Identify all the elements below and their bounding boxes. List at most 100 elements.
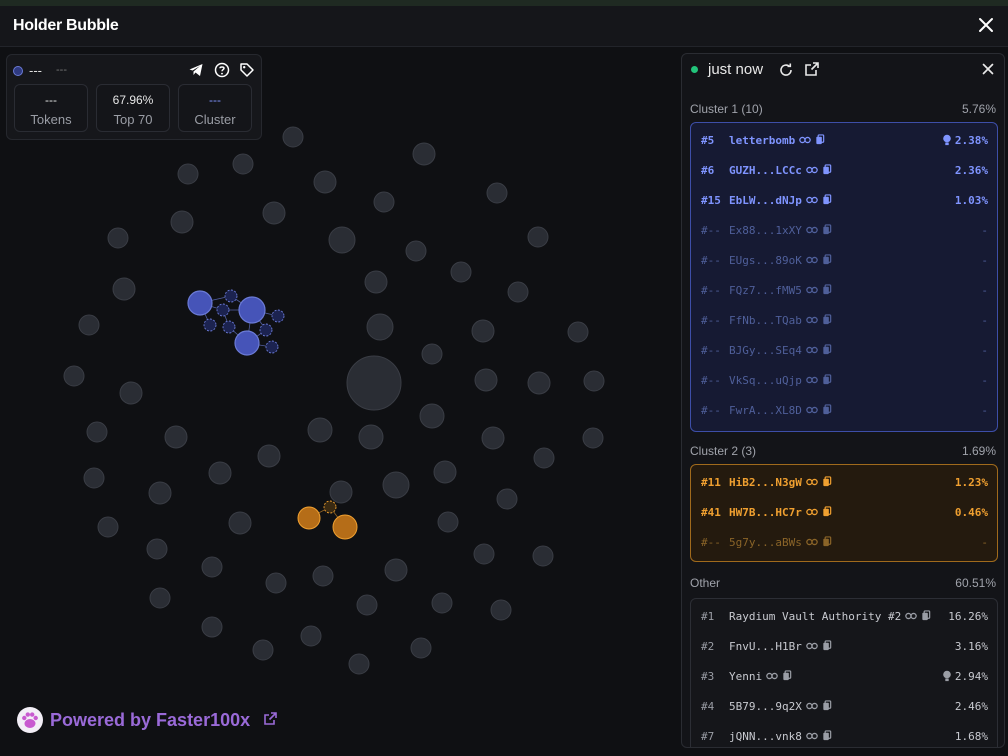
cluster-2-bubble[interactable] [297,506,321,530]
holder-row[interactable]: #-- EUgs...89oK - [691,245,997,275]
holder-row[interactable]: #3 Yenni 2.94% [691,661,997,691]
holder-name[interactable]: Raydium Vault Authority #2 [729,610,933,623]
copy-icon[interactable] [822,730,834,741]
copy-icon[interactable] [815,134,827,145]
holder-row[interactable]: #-- FwrA...XL8D - [691,395,997,425]
holder-bubble[interactable] [583,370,605,392]
holder-bubble[interactable] [419,403,445,429]
holder-row[interactable]: #1 Raydium Vault Authority #2 16.26% [691,601,997,631]
link-icon[interactable] [806,285,818,295]
holder-name[interactable]: FwrA...XL8D [729,404,834,417]
cluster-1-bubble[interactable] [259,323,273,337]
holder-bubble[interactable] [265,572,287,594]
holder-bubble[interactable] [431,592,453,614]
copy-icon[interactable] [822,314,834,325]
cluster-1-bubble[interactable] [265,340,279,354]
cluster-2-bubble[interactable] [323,500,337,514]
holder-row[interactable]: #7 jQNN...vnk8 1.68% [691,721,997,747]
holder-name[interactable]: EUgs...89oK [729,254,834,267]
close-icon[interactable] [976,15,996,35]
holder-bubble[interactable] [533,447,555,469]
holder-bubble[interactable] [412,142,436,166]
holder-row[interactable]: #5 letterbomb 2.38% [691,125,997,155]
holder-bubble[interactable] [313,170,337,194]
link-icon[interactable] [766,671,778,681]
copy-icon[interactable] [921,610,933,621]
holder-bubble[interactable] [208,461,232,485]
holder-name[interactable]: Yenni [729,670,794,683]
holder-bubble[interactable] [164,425,188,449]
holder-row[interactable]: #-- 5g7y...aBWs - [691,527,997,557]
holder-bubble[interactable] [282,126,304,148]
holder-bubble[interactable] [329,480,353,504]
holder-bubble[interactable] [112,277,136,301]
link-icon[interactable] [806,375,818,385]
copy-icon[interactable] [822,194,834,205]
holder-bubble[interactable] [373,191,395,213]
holder-bubble[interactable] [582,427,604,449]
link-icon[interactable] [806,537,818,547]
copy-icon[interactable] [822,344,834,355]
holder-name[interactable]: EbLW...dNJp [729,194,834,207]
holder-bubble[interactable] [382,471,410,499]
cluster-2-bubble[interactable] [332,514,358,540]
holder-bubble[interactable] [307,417,333,443]
holder-bubble[interactable] [527,226,549,248]
holder-bubble[interactable] [312,565,334,587]
copy-icon[interactable] [822,404,834,415]
holder-bubble[interactable] [421,343,443,365]
link-icon[interactable] [806,477,818,487]
holder-row[interactable]: #11 HiB2...N3gW 1.23% [691,467,997,497]
holder-bubble[interactable] [532,545,554,567]
holder-row[interactable]: #-- VkSq...uQjp - [691,365,997,395]
holder-name[interactable]: letterbomb [729,134,827,147]
copy-icon[interactable] [822,224,834,235]
holder-bubble[interactable] [149,587,171,609]
cluster-1-bubble[interactable] [234,330,260,356]
holder-bubble[interactable] [433,460,457,484]
holder-row[interactable]: #-- FQz7...fMW5 - [691,275,997,305]
link-icon[interactable] [806,195,818,205]
telegram-icon[interactable] [188,62,204,78]
holder-row[interactable]: #15 EbLW...dNJp 1.03% [691,185,997,215]
open-external-icon[interactable] [804,61,820,77]
copy-icon[interactable] [782,670,794,681]
copy-icon[interactable] [822,700,834,711]
holder-row[interactable]: #41 HW7B...HC7r 0.46% [691,497,997,527]
holder-bubble[interactable] [97,516,119,538]
cluster-1-bubble[interactable] [222,320,236,334]
link-icon[interactable] [806,405,818,415]
holder-bubble[interactable] [170,210,194,234]
holder-name[interactable]: 5B79...9q2X [729,700,834,713]
holder-row[interactable]: #-- BJGy...SEq4 - [691,335,997,365]
holder-bubble[interactable] [228,511,252,535]
link-icon[interactable] [806,641,818,651]
holder-bubble[interactable] [473,543,495,565]
holder-bubble[interactable] [471,319,495,343]
bubble-map-svg[interactable] [0,46,680,756]
holder-bubble[interactable] [567,321,589,343]
link-icon[interactable] [806,507,818,517]
link-icon[interactable] [806,345,818,355]
holder-bubble[interactable] [201,616,223,638]
external-link-icon[interactable] [262,711,278,727]
holder-bubble[interactable] [328,226,356,254]
link-icon[interactable] [905,611,917,621]
tag-icon[interactable] [239,62,255,78]
holder-row[interactable]: #4 5B79...9q2X 2.46% [691,691,997,721]
holder-bubble[interactable] [496,488,518,510]
copy-icon[interactable] [822,254,834,265]
holder-name[interactable]: jQNN...vnk8 [729,730,834,743]
bubble-map[interactable] [0,46,680,756]
holder-bubble[interactable] [356,594,378,616]
powered-by-text[interactable]: Powered by Faster100x [50,710,250,731]
copy-icon[interactable] [822,476,834,487]
holder-bubble[interactable] [107,227,129,249]
copy-icon[interactable] [822,640,834,651]
holder-name[interactable]: GUZH...LCCc [729,164,834,177]
holder-bubble[interactable] [262,201,286,225]
holder-bubble[interactable] [146,538,168,560]
holder-bubble[interactable] [450,261,472,283]
cluster-1-bubble[interactable] [238,296,266,324]
copy-icon[interactable] [822,506,834,517]
